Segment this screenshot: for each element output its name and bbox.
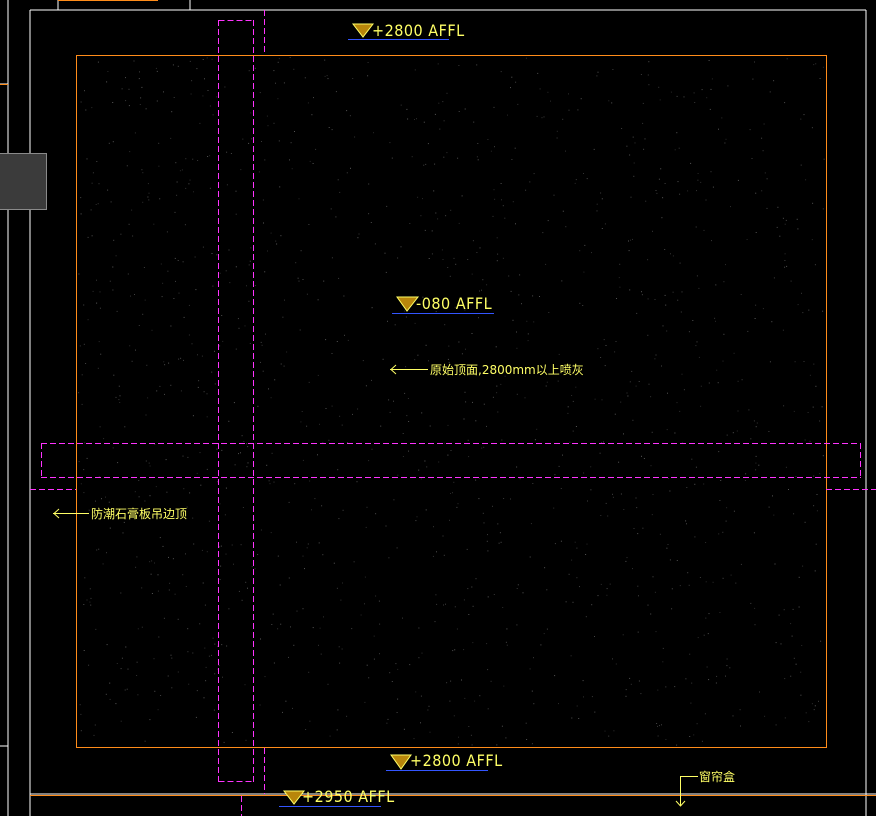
level-triangle-icon bbox=[282, 790, 306, 805]
level-marker-top[interactable]: +2800 AFFL bbox=[348, 21, 465, 40]
annotation-curtain-box-text: 窗帘盒 bbox=[699, 769, 735, 784]
level-label-center: -080 AFFL bbox=[416, 294, 492, 313]
level-label-top: +2800 AFFL bbox=[372, 21, 465, 40]
cad-drawing-canvas[interactable]: +2800 AFFL -080 AFFL +2800 AFFL +2950 AF… bbox=[0, 0, 876, 816]
arrow-down-icon bbox=[675, 776, 698, 807]
hidden-beam-lines bbox=[30, 10, 876, 816]
level-label-bottom: +2800 AFFL bbox=[410, 751, 503, 770]
annotation-curtain-box[interactable]: 窗帘盒 bbox=[675, 769, 735, 807]
ceiling-outline bbox=[0, 0, 876, 796]
level-marker-bottom[interactable]: +2800 AFFL bbox=[386, 751, 503, 771]
annotation-gypsum-edge-text: 防潮石膏板吊边顶 bbox=[91, 506, 187, 521]
level-triangle-icon bbox=[396, 296, 420, 312]
level-label-lower: +2950 AFFL bbox=[302, 787, 395, 806]
side-panel-tab[interactable] bbox=[0, 153, 47, 210]
level-marker-center[interactable]: -080 AFFL bbox=[392, 294, 494, 314]
arrow-left-icon bbox=[53, 508, 89, 519]
ceiling-spray-texture bbox=[78, 57, 825, 746]
annotation-original-ceiling-text: 原始顶面,2800mm以上喷灰 bbox=[430, 363, 584, 377]
level-marker-lower[interactable]: +2950 AFFL bbox=[279, 787, 395, 807]
level-triangle-icon bbox=[351, 23, 375, 38]
annotation-original-ceiling[interactable]: 原始顶面,2800mm以上喷灰 bbox=[390, 363, 584, 377]
arrow-left-icon bbox=[390, 364, 428, 375]
level-triangle-icon bbox=[390, 754, 412, 770]
wall-lines bbox=[0, 0, 876, 816]
annotation-gypsum-edge[interactable]: 防潮石膏板吊边顶 bbox=[53, 506, 187, 521]
